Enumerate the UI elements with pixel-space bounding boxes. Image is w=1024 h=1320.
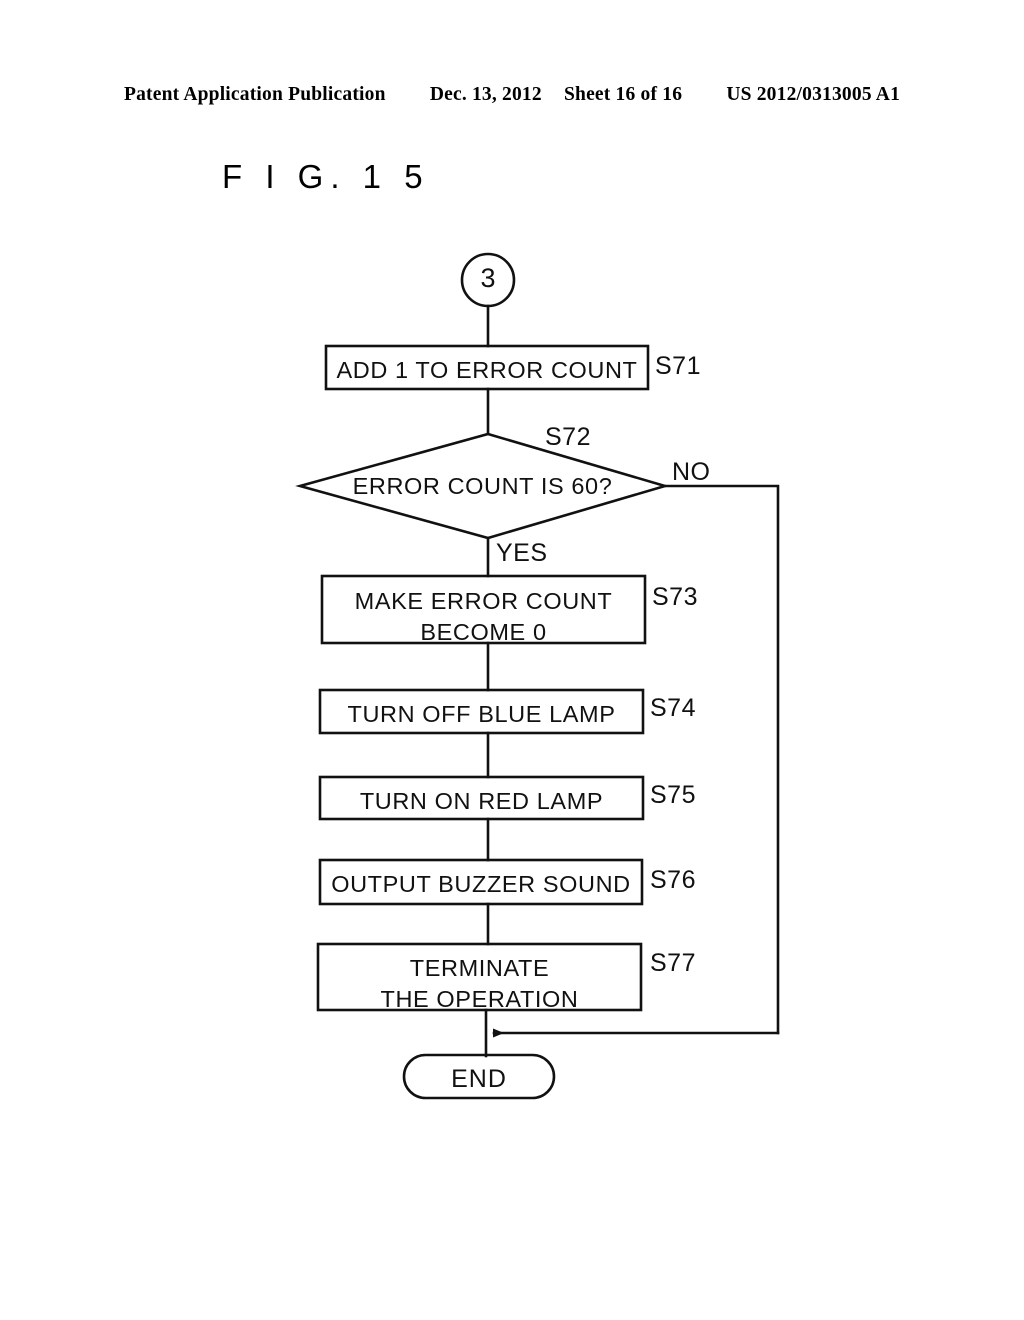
flowchart-svg (295, 252, 780, 1100)
s73-step-label: S73 (652, 583, 698, 611)
s71-box-shape (324, 344, 650, 391)
s77-box-shape (316, 942, 643, 1012)
start-connector-label: 3 (480, 263, 496, 293)
s75-step-label: S75 (650, 781, 696, 809)
s72-no-label: NO (672, 458, 711, 486)
s77-step-label: S77 (650, 949, 696, 977)
s75-box-shape (318, 775, 645, 821)
s72-yes-label: YES (496, 539, 548, 567)
s71-step-label: S71 (655, 352, 701, 380)
s76-box-shape (318, 858, 644, 906)
s72-diamond-shape (295, 432, 670, 540)
s73-box-shape (320, 574, 647, 645)
end-terminator-label: END (451, 1065, 507, 1093)
s74-box-shape (318, 688, 645, 735)
s76-step-label: S76 (650, 866, 696, 894)
flowchart-diagram: 3 ADD 1 TO ERROR COUNT S71 ERROR COUNT I… (0, 0, 1024, 1320)
s72-step-label: S72 (545, 423, 591, 451)
s74-step-label: S74 (650, 694, 696, 722)
